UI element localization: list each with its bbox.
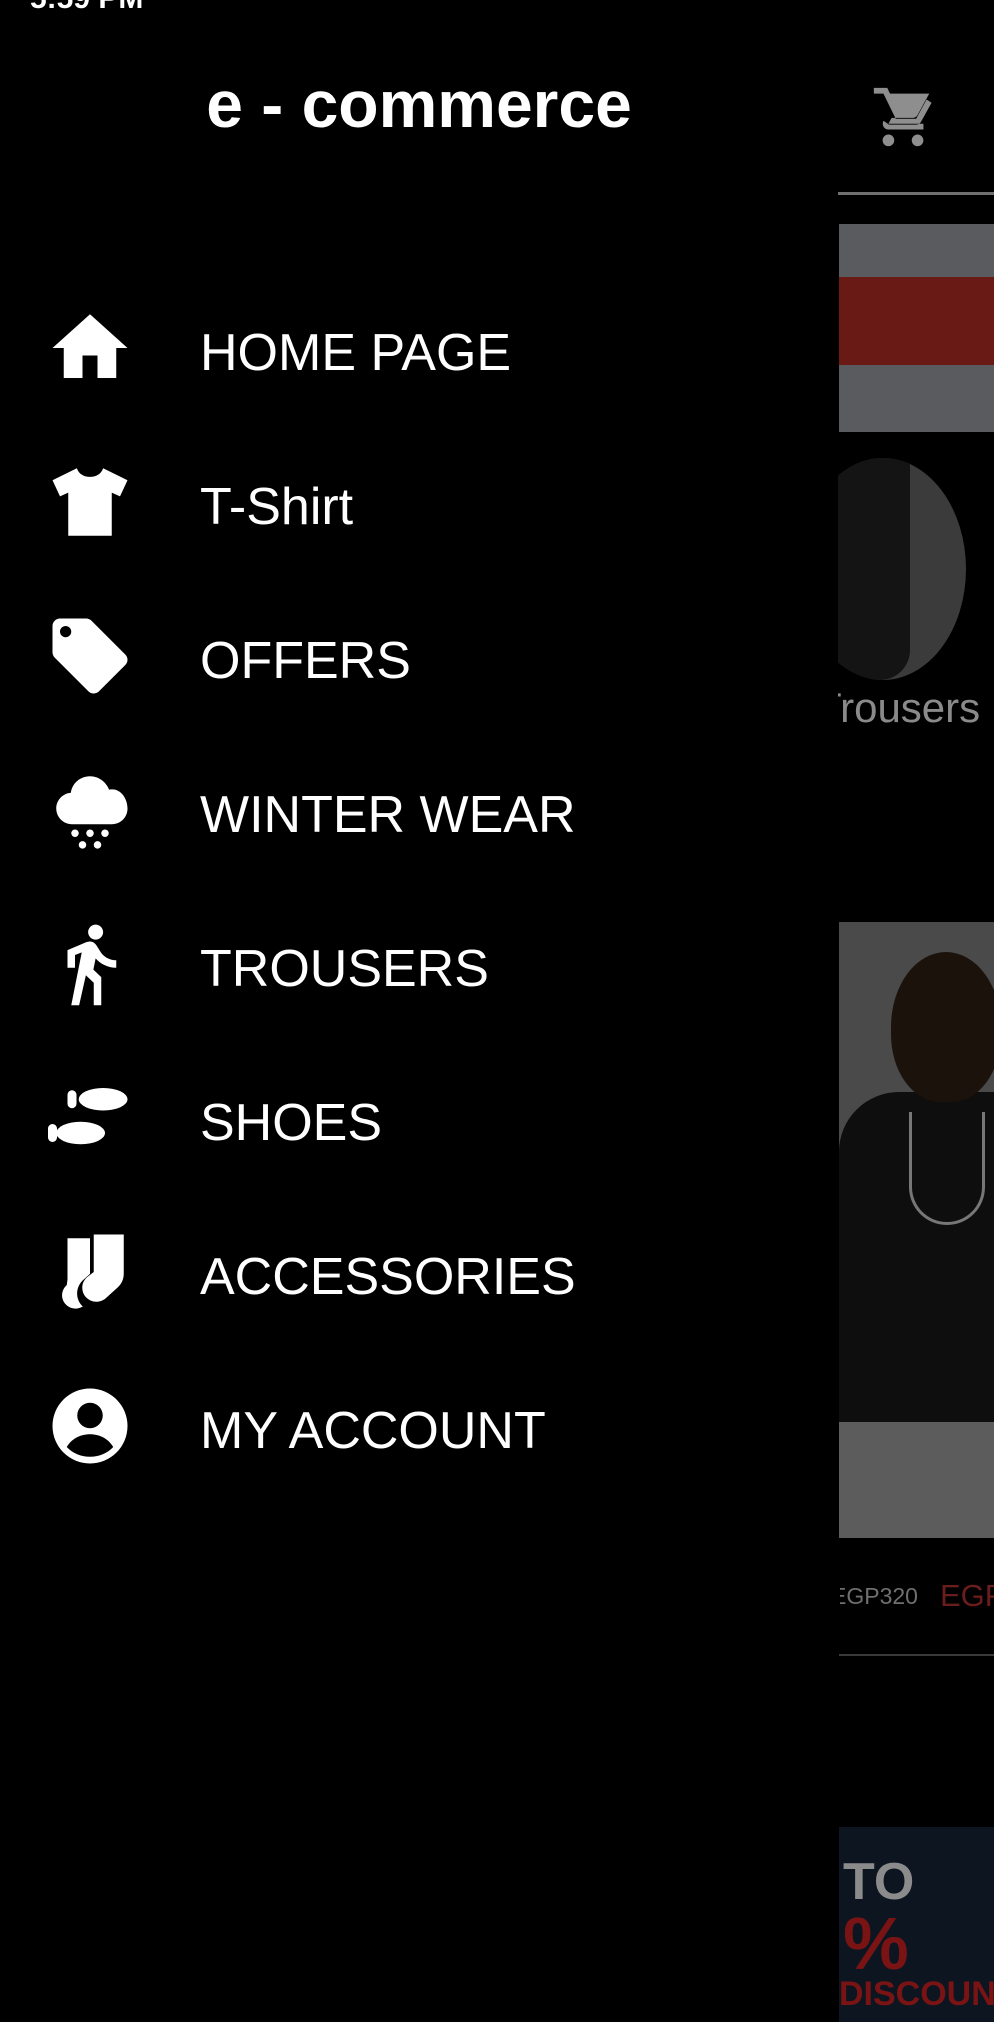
nav-item-label: HOME PAGE (200, 324, 512, 382)
product-divider (839, 1654, 994, 1656)
promo-line-2: % (843, 1902, 909, 1985)
nav-item-trousers[interactable]: TROUSERS (0, 899, 838, 1029)
product-model-head (891, 952, 994, 1102)
tag-icon (40, 606, 140, 706)
product-chain (909, 1112, 985, 1225)
nav-item-accessories[interactable]: ACCESSORIES (0, 1207, 838, 1337)
promo-line-3: DISCOUNT (839, 1975, 994, 2013)
nav-item-label: ACCESSORIES (200, 1248, 576, 1306)
running-person-icon (40, 914, 140, 1014)
nav-item-label: TROUSERS (200, 940, 489, 998)
appbar-divider (838, 192, 994, 195)
old-price: EGP320.17 (840, 1583, 920, 1610)
tshirt-icon (40, 452, 140, 552)
nav-item-my-account[interactable]: MY ACCOUNT (0, 1361, 838, 1491)
nav-item-label: WINTER WEAR (200, 786, 576, 844)
nav-item-label: T-Shirt (200, 478, 354, 536)
shoe-prints-icon (40, 1068, 140, 1168)
navigation-drawer: 5:59 PM e - commerce HOME PAGE T-Shirt O… (0, 0, 838, 2022)
bottom-strip (0, 2022, 994, 2037)
nav-item-label: MY ACCOUNT (200, 1402, 546, 1460)
category-label-text: Trousers (838, 684, 981, 731)
home-icon (40, 298, 140, 398)
old-price-text: EGP320.17 (840, 1583, 920, 1609)
product-image[interactable] (839, 922, 994, 1538)
snow-cloud-icon (40, 760, 140, 860)
product-floor (839, 1422, 994, 1538)
hero-banner[interactable] (839, 224, 994, 432)
category-label: Trousers (838, 684, 994, 732)
nav-item-shoes[interactable]: SHOES (0, 1053, 838, 1183)
new-price: EGP (940, 1578, 994, 1613)
nav-item-offers[interactable]: OFFERS (0, 591, 838, 721)
nav-item-home-page[interactable]: HOME PAGE (0, 283, 838, 413)
cart-icon[interactable] (868, 82, 938, 152)
nav-item-label: OFFERS (200, 632, 411, 690)
status-time: 5:59 PM (30, 0, 143, 16)
nav-item-winter-wear[interactable]: WINTER WEAR (0, 745, 838, 875)
brand-title: e - commerce (206, 67, 632, 141)
nav-item-tshirt[interactable]: T-Shirt (0, 437, 838, 567)
banner-stripe (839, 277, 994, 365)
promo-banner[interactable]: TO % DISCOUNT (839, 1827, 994, 2022)
nav-item-label: SHOES (200, 1094, 383, 1152)
socks-icon (40, 1222, 140, 1322)
account-circle-icon (40, 1376, 140, 1476)
